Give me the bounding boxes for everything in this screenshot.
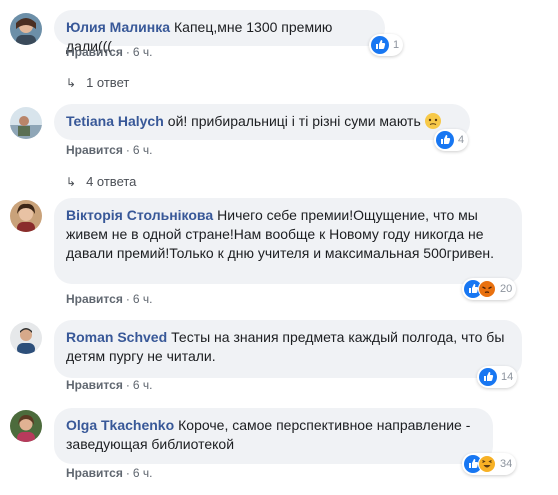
comment-bubble: Вікторія Стольнікова Ничего себе премии!О… bbox=[54, 198, 522, 284]
avatar[interactable] bbox=[10, 200, 42, 232]
separator-dot: · bbox=[125, 292, 130, 306]
like-reaction-icon bbox=[371, 36, 389, 54]
comment-actions: Нравится · 6 ч. bbox=[66, 143, 152, 157]
comment-timestamp[interactable]: 6 ч. bbox=[133, 143, 153, 157]
comment-author[interactable]: Roman Schved bbox=[66, 329, 167, 345]
angry-reaction-icon bbox=[478, 280, 496, 298]
reaction-count: 14 bbox=[501, 371, 514, 383]
reaction-summary[interactable]: 14 bbox=[477, 366, 518, 388]
comment-timestamp[interactable]: 6 ч. bbox=[133, 292, 153, 306]
reply-arrow-icon: ↳ bbox=[66, 174, 77, 189]
unamused-face-icon bbox=[424, 113, 441, 129]
avatar[interactable] bbox=[10, 322, 42, 354]
comment-actions: Нравится · 6 ч. bbox=[66, 378, 152, 392]
reaction-count: 34 bbox=[500, 458, 513, 470]
like-reaction-icon bbox=[479, 368, 497, 386]
separator-dot: · bbox=[125, 45, 130, 59]
comment-timestamp[interactable]: 6 ч. bbox=[133, 45, 153, 59]
replies-toggle[interactable]: ↳ 1 ответ bbox=[66, 75, 129, 90]
like-reaction-icon bbox=[436, 131, 454, 149]
reaction-summary[interactable]: 1 bbox=[369, 34, 404, 56]
comment-bubble: Roman Schved Тесты на знания предмета каж… bbox=[54, 320, 522, 378]
avatar[interactable] bbox=[10, 107, 42, 139]
reaction-count: 1 bbox=[393, 39, 400, 51]
replies-toggle[interactable]: ↳ 4 ответа bbox=[66, 174, 136, 189]
comment-bubble: Olga Tkachenko Короче, самое перспективно… bbox=[54, 408, 493, 464]
reaction-count: 20 bbox=[500, 283, 513, 295]
comment-author[interactable]: Tetiana Halych bbox=[66, 113, 164, 129]
separator-dot: · bbox=[125, 466, 130, 480]
avatar[interactable] bbox=[10, 13, 42, 45]
reply-arrow-icon: ↳ bbox=[66, 75, 77, 90]
comment-author[interactable]: Юлия Малинка bbox=[66, 19, 170, 35]
like-link[interactable]: Нравится bbox=[66, 143, 123, 157]
separator-dot: · bbox=[125, 378, 130, 392]
comment-actions: Нравится · 6 ч. bbox=[66, 45, 152, 59]
like-link[interactable]: Нравится bbox=[66, 45, 123, 59]
avatar[interactable] bbox=[10, 410, 42, 442]
like-link[interactable]: Нравится bbox=[66, 466, 123, 480]
comment-author[interactable]: Вікторія Стольнікова bbox=[66, 207, 213, 223]
comment-author[interactable]: Olga Tkachenko bbox=[66, 417, 174, 433]
like-link[interactable]: Нравится bbox=[66, 378, 123, 392]
replies-count[interactable]: 1 ответ bbox=[86, 75, 129, 90]
haha-reaction-icon bbox=[478, 455, 496, 473]
reaction-count: 4 bbox=[458, 134, 465, 146]
reaction-summary[interactable]: 34 bbox=[462, 453, 517, 475]
comment-bubble: Tetiana Halych ой! прибиральниці і ті різ… bbox=[54, 104, 470, 140]
like-link[interactable]: Нравится bbox=[66, 292, 123, 306]
comment-bubble: Юлия Малинка Капец,мне 1300 премию дали((… bbox=[54, 10, 385, 54]
separator-dot: · bbox=[125, 143, 130, 157]
comment-text: ой! прибиральниці і ті різні суми мають bbox=[167, 113, 421, 129]
reaction-summary[interactable]: 4 bbox=[434, 129, 469, 151]
comment-actions: Нравится · 6 ч. bbox=[66, 292, 152, 306]
comment-timestamp[interactable]: 6 ч. bbox=[133, 378, 153, 392]
reaction-summary[interactable]: 20 bbox=[462, 278, 517, 300]
comment-timestamp[interactable]: 6 ч. bbox=[133, 466, 153, 480]
replies-count[interactable]: 4 ответа bbox=[86, 174, 136, 189]
comment-actions: Нравится · 6 ч. bbox=[66, 466, 152, 480]
